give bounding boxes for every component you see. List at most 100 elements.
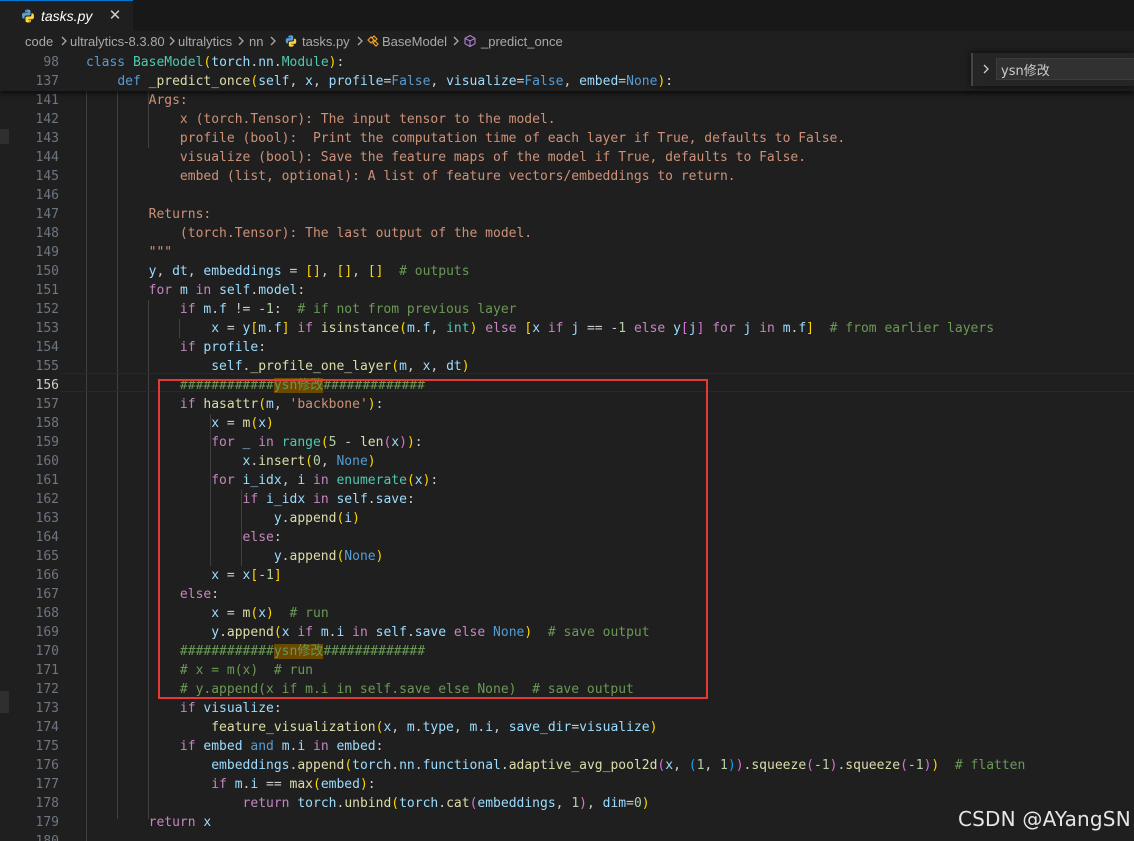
code-line[interactable]: 176 embeddings.append(torch.nn.functiona…	[0, 756, 1134, 775]
code-text: if visualize:	[179, 701, 282, 716]
code-line[interactable]: 160 x.insert(0, None)	[0, 452, 1134, 471]
line-number: 98	[43, 55, 59, 70]
code-text: if hasattr(m, 'backbone'):	[179, 397, 384, 412]
code-line[interactable]: 173 if visualize:	[0, 699, 1134, 718]
sticky-line[interactable]: 98 class BaseModel(torch.nn.Module):	[0, 53, 1134, 72]
code-text: """	[86, 245, 173, 260]
line-number: 178	[35, 796, 59, 811]
code-line[interactable]: 180	[0, 832, 1134, 841]
python-file-icon	[20, 8, 36, 24]
line-number: 158	[35, 416, 59, 431]
breadcrumb-item-code[interactable]: code	[25, 34, 53, 49]
line-number: 149	[35, 245, 59, 260]
close-icon[interactable]: ✕	[106, 5, 124, 25]
line-number: 144	[35, 150, 59, 165]
code-line[interactable]: 158 x = m(x)	[0, 414, 1134, 433]
code-line[interactable]: 172 # y.append(x if m.i in self.save els…	[0, 680, 1134, 699]
breadcrumb-item-basemodel[interactable]: BaseModel	[382, 34, 447, 49]
line-number: 170	[35, 644, 59, 659]
code-line[interactable]: 174 feature_visualization(x, m.type, m.i…	[0, 718, 1134, 737]
code-line[interactable]: 175 if embed and m.i in embed:	[0, 737, 1134, 756]
code-line[interactable]: 145 embed (list, optional): A list of fe…	[0, 167, 1134, 186]
tab-label: tasks.py	[41, 8, 93, 24]
code-text: x = x[-1]	[211, 568, 282, 583]
sticky-line[interactable]: 137 def _predict_once(self, x, profile=F…	[0, 72, 1134, 91]
line-number: 155	[35, 359, 59, 374]
code-text: y.append(x if m.i in self.save else None…	[211, 625, 650, 640]
tab-tasks-py[interactable]: tasks.py ✕	[0, 0, 133, 31]
code-line[interactable]: 154 if profile:	[0, 338, 1134, 357]
code-text: embed (list, optional): A list of featur…	[86, 169, 736, 184]
python-file-icon	[284, 34, 298, 47]
line-number: 164	[35, 530, 59, 545]
line-number: 148	[35, 226, 59, 241]
line-number: 145	[35, 169, 59, 184]
line-number: 154	[35, 340, 59, 355]
code-text: profile (bool): Print the computation ti…	[86, 131, 846, 146]
code-line[interactable]: 167 else:	[0, 585, 1134, 604]
breadcrumb-item-ultralytics[interactable]: ultralytics	[178, 34, 232, 49]
code-text: if m.f != -1: # if not from previous lay…	[179, 302, 517, 317]
code-text: if embed and m.i in embed:	[179, 739, 384, 754]
code-line[interactable]: 164 else:	[0, 528, 1134, 547]
code-line[interactable]: 156 ############ysn修改#############	[0, 376, 1134, 395]
line-number: 157	[35, 397, 59, 412]
code-line[interactable]: 152 if m.f != -1: # if not from previous…	[0, 300, 1134, 319]
code-line[interactable]: 144 visualize (bool): Save the feature m…	[0, 148, 1134, 167]
breadcrumb-item-predict-once[interactable]: _predict_once	[481, 34, 563, 49]
code-text: embeddings.append(torch.nn.functional.ad…	[211, 758, 1026, 773]
code-line[interactable]: 166 x = x[-1]	[0, 566, 1134, 585]
code-text: class BaseModel(torch.nn.Module):	[86, 55, 345, 70]
code-line[interactable]: 163 y.append(i)	[0, 509, 1134, 528]
code-editor[interactable]: 141 Args: 142 x (torch.Tensor): The inpu…	[0, 91, 1134, 841]
code-line[interactable]: 149 """	[0, 243, 1134, 262]
code-line[interactable]: 151 for m in self.model:	[0, 281, 1134, 300]
code-line[interactable]: 150 y, dt, embeddings = [], [], [] # out…	[0, 262, 1134, 281]
code-line[interactable]: 141 Args:	[0, 91, 1134, 110]
code-text: for m in self.model:	[148, 283, 306, 298]
code-line[interactable]: 147 Returns:	[0, 205, 1134, 224]
code-line[interactable]: 162 if i_idx in self.save:	[0, 490, 1134, 509]
code-line[interactable]: 159 for _ in range(5 - len(x)):	[0, 433, 1134, 452]
line-number: 169	[35, 625, 59, 640]
code-line[interactable]: 165 y.append(None)	[0, 547, 1134, 566]
chevron-right-icon	[236, 35, 246, 47]
line-number: 163	[35, 511, 59, 526]
code-line[interactable]: 168 x = m(x) # run	[0, 604, 1134, 623]
code-text: else:	[242, 530, 282, 545]
find-input[interactable]	[996, 58, 1134, 80]
code-line[interactable]: 169 y.append(x if m.i in self.save else …	[0, 623, 1134, 642]
chevron-right-icon[interactable]	[978, 61, 994, 77]
code-line[interactable]: 170 ############ysn修改#############	[0, 642, 1134, 661]
line-number: 162	[35, 492, 59, 507]
line-number: 165	[35, 549, 59, 564]
code-text: x = m(x) # run	[211, 606, 329, 621]
code-line[interactable]: 143 profile (bool): Print the computatio…	[0, 129, 1134, 148]
code-line[interactable]: 171 # x = m(x) # run	[0, 661, 1134, 680]
code-text: for i_idx, i in enumerate(x):	[211, 473, 439, 488]
line-number: 175	[35, 739, 59, 754]
code-line[interactable]: 148 (torch.Tensor): The last output of t…	[0, 224, 1134, 243]
code-line[interactable]: 161 for i_idx, i in enumerate(x):	[0, 471, 1134, 490]
breadcrumb-item-tasks-py[interactable]: tasks.py	[302, 34, 350, 49]
chevron-right-icon	[59, 35, 69, 47]
code-line[interactable]: 157 if hasattr(m, 'backbone'):	[0, 395, 1134, 414]
code-text: return x	[148, 815, 212, 830]
line-number: 137	[35, 74, 59, 89]
code-line[interactable]: 146	[0, 186, 1134, 205]
code-text: x = m(x)	[211, 416, 274, 431]
code-text: # x = m(x) # run	[86, 663, 313, 678]
breadcrumb-item-nn[interactable]: nn	[249, 34, 263, 49]
code-line[interactable]: 142 x (torch.Tensor): The input tensor t…	[0, 110, 1134, 129]
breadcrumb-item-ultralytics-version[interactable]: ultralytics-8.3.80	[70, 34, 165, 49]
code-line[interactable]: 153 x = y[m.f] if isinstance(m.f, int) e…	[0, 319, 1134, 338]
line-number: 160	[35, 454, 59, 469]
line-number: 141	[35, 93, 59, 108]
code-text: if m.i == max(embed):	[211, 777, 376, 792]
code-text: else:	[179, 587, 220, 602]
code-line[interactable]: 155 self._profile_one_layer(m, x, dt)	[0, 357, 1134, 376]
code-text: (torch.Tensor): The last output of the m…	[86, 226, 533, 241]
code-line[interactable]: 177 if m.i == max(embed):	[0, 775, 1134, 794]
line-number: 167	[35, 587, 59, 602]
line-number: 143	[35, 131, 59, 146]
